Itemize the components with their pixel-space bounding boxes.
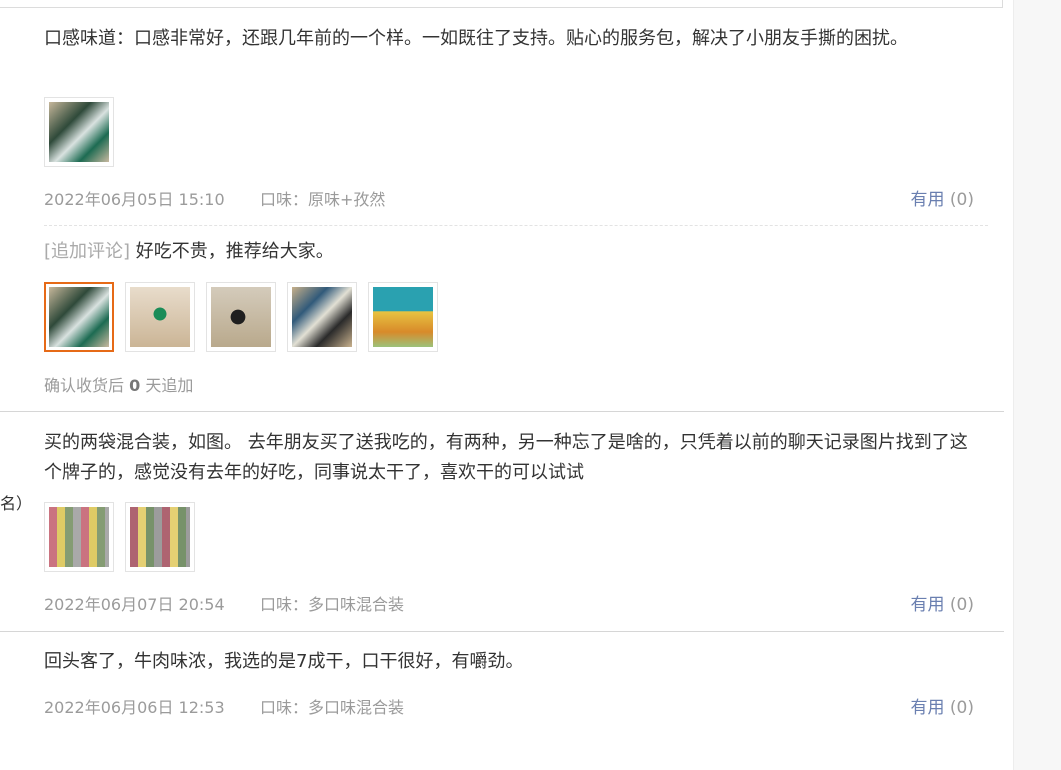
- review-3-date: 2022年06月06日 12:53: [44, 698, 225, 717]
- useful-count: (0): [949, 698, 974, 718]
- note-days: 0: [129, 376, 141, 395]
- review-2-photo-2[interactable]: [125, 502, 195, 572]
- addon-divider: [44, 225, 988, 226]
- review-3-useful-button[interactable]: 有用 (0): [911, 693, 975, 718]
- review-1-photo-1[interactable]: [44, 97, 114, 167]
- review-2-text: 买的两袋混合装，如图。 去年朋友买了送我吃的，有两种，另一种忘了是啥的，只凭着以…: [44, 432, 968, 483]
- review-1-useful-button[interactable]: 有用 (0): [911, 185, 975, 210]
- addon-photo-2[interactable]: [125, 282, 195, 352]
- review-1-addon: [追加评论] 好吃不贵，推荐给大家。: [44, 237, 992, 267]
- review-separator: [0, 631, 1004, 632]
- review-2-date: 2022年06月07日 20:54: [44, 595, 225, 614]
- review-2-flavor: 口味：多口味混合装: [260, 595, 405, 614]
- addon-photo-4[interactable]: [287, 282, 357, 352]
- addon-tag: [追加评论]: [44, 241, 131, 262]
- useful-label: 有用: [910, 698, 945, 718]
- review-1-date: 2022年06月05日 15:10: [44, 190, 225, 209]
- review-1-flavor: 口味：原味+孜然: [260, 190, 386, 209]
- reviewer-name-fragment: 名）: [0, 494, 33, 513]
- useful-label: 有用: [910, 190, 945, 210]
- review-1-text: 口感味道：口感非常好，还跟几年前的一个样。一如既往了支持。贴心的服务包，解决了小…: [44, 28, 908, 49]
- review-3-text: 回头客了，牛肉味浓，我选的是7成干，口干很好，有嚼劲。: [44, 651, 524, 672]
- addon-photo-5[interactable]: [368, 282, 438, 352]
- addon-timing-note: 确认收货后 0 天追加: [44, 372, 193, 396]
- review-2-useful-button[interactable]: 有用 (0): [911, 590, 975, 615]
- page-side-gutter: [1013, 0, 1061, 770]
- review-2-photo-1[interactable]: [44, 502, 114, 572]
- useful-count: (0): [949, 190, 974, 210]
- review-separator: [0, 411, 1004, 412]
- addon-photo-3[interactable]: [206, 282, 276, 352]
- review-list: 口感味道：口感非常好，还跟几年前的一个样。一如既往了支持。贴心的服务包，解决了小…: [0, 0, 1004, 770]
- useful-count: (0): [949, 595, 974, 615]
- note-prefix: 确认收货后: [44, 376, 125, 395]
- note-suffix: 天追加: [145, 376, 194, 395]
- addon-photo-1[interactable]: [44, 282, 114, 352]
- addon-text: 好吃不贵，推荐给大家。: [135, 241, 334, 262]
- previous-section-border: [0, 0, 1003, 8]
- review-3-flavor: 口味：多口味混合装: [260, 698, 405, 717]
- useful-label: 有用: [910, 595, 945, 615]
